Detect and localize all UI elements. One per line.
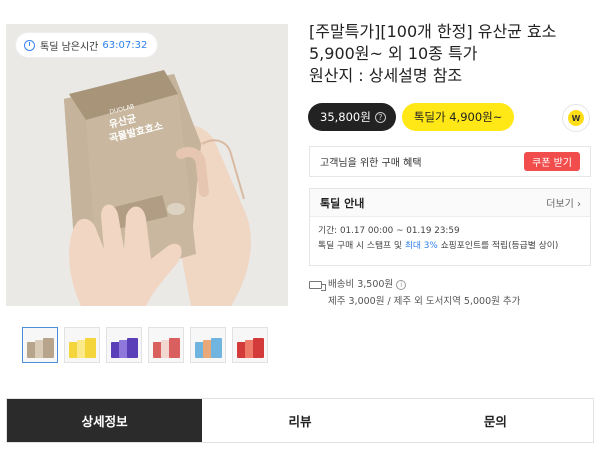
product-title: [주말특가][100개 한정] 유산균 효소 5,900원~ 외 10종 특가 … (309, 21, 594, 87)
thumbnail-product-shape (43, 338, 54, 358)
benefit-suffix: 쇼핑포인트를 적립(등급별 상이) (437, 241, 559, 251)
detail-tabs: 상세정보 리뷰 문의 (6, 398, 594, 443)
price-row: 35,800원 ? 톡딜가 4,900원~ (308, 103, 515, 131)
w-icon: W (568, 110, 584, 126)
thumbnail-product-shape (211, 338, 222, 358)
tab-2[interactable]: 문의 (398, 399, 593, 442)
deal-period: 기간: 01.17 00:00 ~ 01.19 23:59 (318, 226, 460, 236)
coupon-button[interactable]: 쿠폰 받기 (524, 152, 580, 171)
talkdeal-price-value: 톡딜가 4,900원~ (413, 110, 503, 124)
membership-badge[interactable]: W (562, 104, 590, 132)
clock-icon (24, 39, 35, 51)
thumbnail-product-shape (169, 338, 180, 358)
more-link[interactable]: 더보기 › (546, 195, 581, 210)
tab-1[interactable]: 리뷰 (202, 399, 397, 442)
thumbnail[interactable] (106, 327, 142, 363)
timer-value: 63:07:32 (102, 39, 148, 51)
truck-icon (309, 280, 326, 291)
thumbnail[interactable] (232, 327, 268, 363)
help-icon[interactable]: ? (374, 111, 386, 123)
info-icon[interactable]: i (396, 279, 407, 290)
deal-body: 기간: 01.17 00:00 ~ 01.19 23:59 톡딜 구매 시 스탬… (310, 217, 590, 254)
benefit-highlight: 최대 3% (404, 241, 438, 251)
deal-heading: 톡딜 안내 (320, 196, 365, 210)
thumbnail[interactable] (64, 327, 100, 363)
benefit-prefix: 톡딜 구매 시 스탬프 및 (318, 241, 405, 251)
title-line: [주말특가][100개 한정] 유산균 효소 (309, 22, 557, 41)
product-photo: DUOLAB 유산균 곡물발효효소 (6, 24, 288, 306)
thumbnail[interactable] (148, 327, 184, 363)
deal-header: 톡딜 안내 더보기 › (310, 189, 590, 217)
thumbnail-product-shape (85, 338, 96, 358)
thumbnail[interactable] (190, 327, 226, 363)
title-line: 5,900원~ 외 10종 특가 (309, 44, 478, 63)
timer-label: 톡딜 남은시간 (40, 41, 99, 53)
thumbnail[interactable] (22, 327, 58, 363)
thumbnail-strip (22, 327, 268, 363)
shipping-info: 배송비 3,500원 i 제주 3,000원 / 제주 외 도서지역 5,000원… (309, 276, 520, 310)
deal-timer: 톡딜 남은시간 63:07:32 (16, 33, 158, 57)
thumbnail-product-shape (127, 338, 138, 358)
shipping-extra: 제주 3,000원 / 제주 외 도서지역 5,000원 추가 (328, 296, 521, 307)
deal-benefit: 톡딜 구매 시 스탬프 및 최대 3% 쇼핑포인트를 적립(등급별 상이) (318, 239, 582, 254)
shipping-fee: 배송비 3,500원 (328, 279, 394, 290)
regular-price-value: 35,800원 (320, 110, 371, 124)
more-label: 더보기 (546, 199, 574, 210)
regular-price[interactable]: 35,800원 ? (308, 103, 396, 131)
title-line: 원산지 : 상세설명 참조 (309, 66, 463, 85)
coupon-box: 고객님을 위한 구매 혜택 쿠폰 받기 (309, 146, 591, 177)
talkdeal-price[interactable]: 톡딜가 4,900원~ (401, 103, 515, 131)
product-image: DUOLAB 유산균 곡물발효효소 톡딜 남은시간 63:07:32 (6, 24, 288, 306)
thumbnail-product-shape (253, 338, 264, 358)
coupon-text: 고객님을 위한 구매 혜택 (320, 158, 422, 169)
tab-0[interactable]: 상세정보 (7, 399, 203, 442)
deal-info: 톡딜 안내 더보기 › 기간: 01.17 00:00 ~ 01.19 23:5… (309, 188, 591, 266)
